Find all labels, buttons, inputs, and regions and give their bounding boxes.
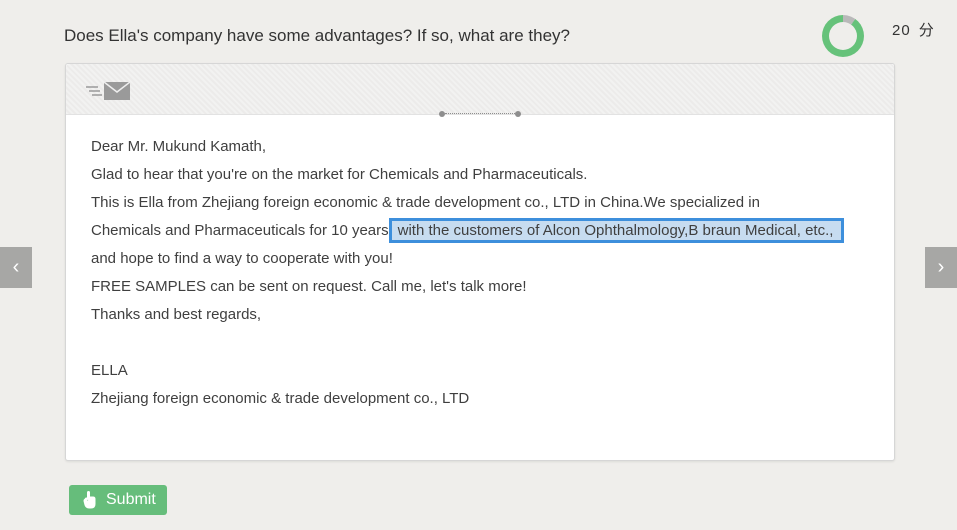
highlighted-answer[interactable]: with the customers of Alcon Ophthalmolog… xyxy=(388,218,845,243)
email-header xyxy=(66,64,894,117)
email-line: Glad to hear that you're on the market f… xyxy=(91,166,588,183)
next-button[interactable]: › xyxy=(925,247,957,288)
email-greeting: Dear Mr. Mukund Kamath, xyxy=(91,138,267,155)
hand-pointer-icon xyxy=(83,491,96,509)
chevron-left-icon: ‹ xyxy=(12,256,20,278)
resize-handle[interactable] xyxy=(439,111,521,117)
email-line: FREE SAMPLES can be sent on request. Cal… xyxy=(91,278,527,295)
signature-name: ELLA xyxy=(91,362,128,379)
chevron-right-icon: › xyxy=(937,256,945,278)
email-line: This is Ella from Zhejiang foreign econo… xyxy=(91,194,760,211)
score-display: 20 分 xyxy=(892,19,935,40)
submit-label: Submit xyxy=(106,491,156,508)
score-unit: 分 xyxy=(918,22,935,39)
email-closing: Thanks and best regards, xyxy=(91,306,262,323)
signature-company: Zhejiang foreign economic & trade develo… xyxy=(91,390,470,407)
email-line: and hope to find a way to cooperate with… xyxy=(91,250,393,267)
email-line: Chemicals and Pharmaceuticals for 10 yea… xyxy=(91,217,884,245)
submit-button[interactable]: Submit xyxy=(69,485,167,515)
email-card: Dear Mr. Mukund Kamath, Glad to hear tha… xyxy=(65,63,895,461)
previous-button[interactable]: ‹ xyxy=(0,247,32,288)
score-value: 20 xyxy=(892,22,911,39)
envelope-icon xyxy=(86,81,131,100)
question-text: Does Ella's company have some advantages… xyxy=(64,26,570,45)
timer-ring xyxy=(822,15,864,57)
email-text-segment: Chemicals and Pharmaceuticals for 10 yea… xyxy=(91,222,389,239)
email-body: Dear Mr. Mukund Kamath, Glad to hear tha… xyxy=(91,133,884,413)
